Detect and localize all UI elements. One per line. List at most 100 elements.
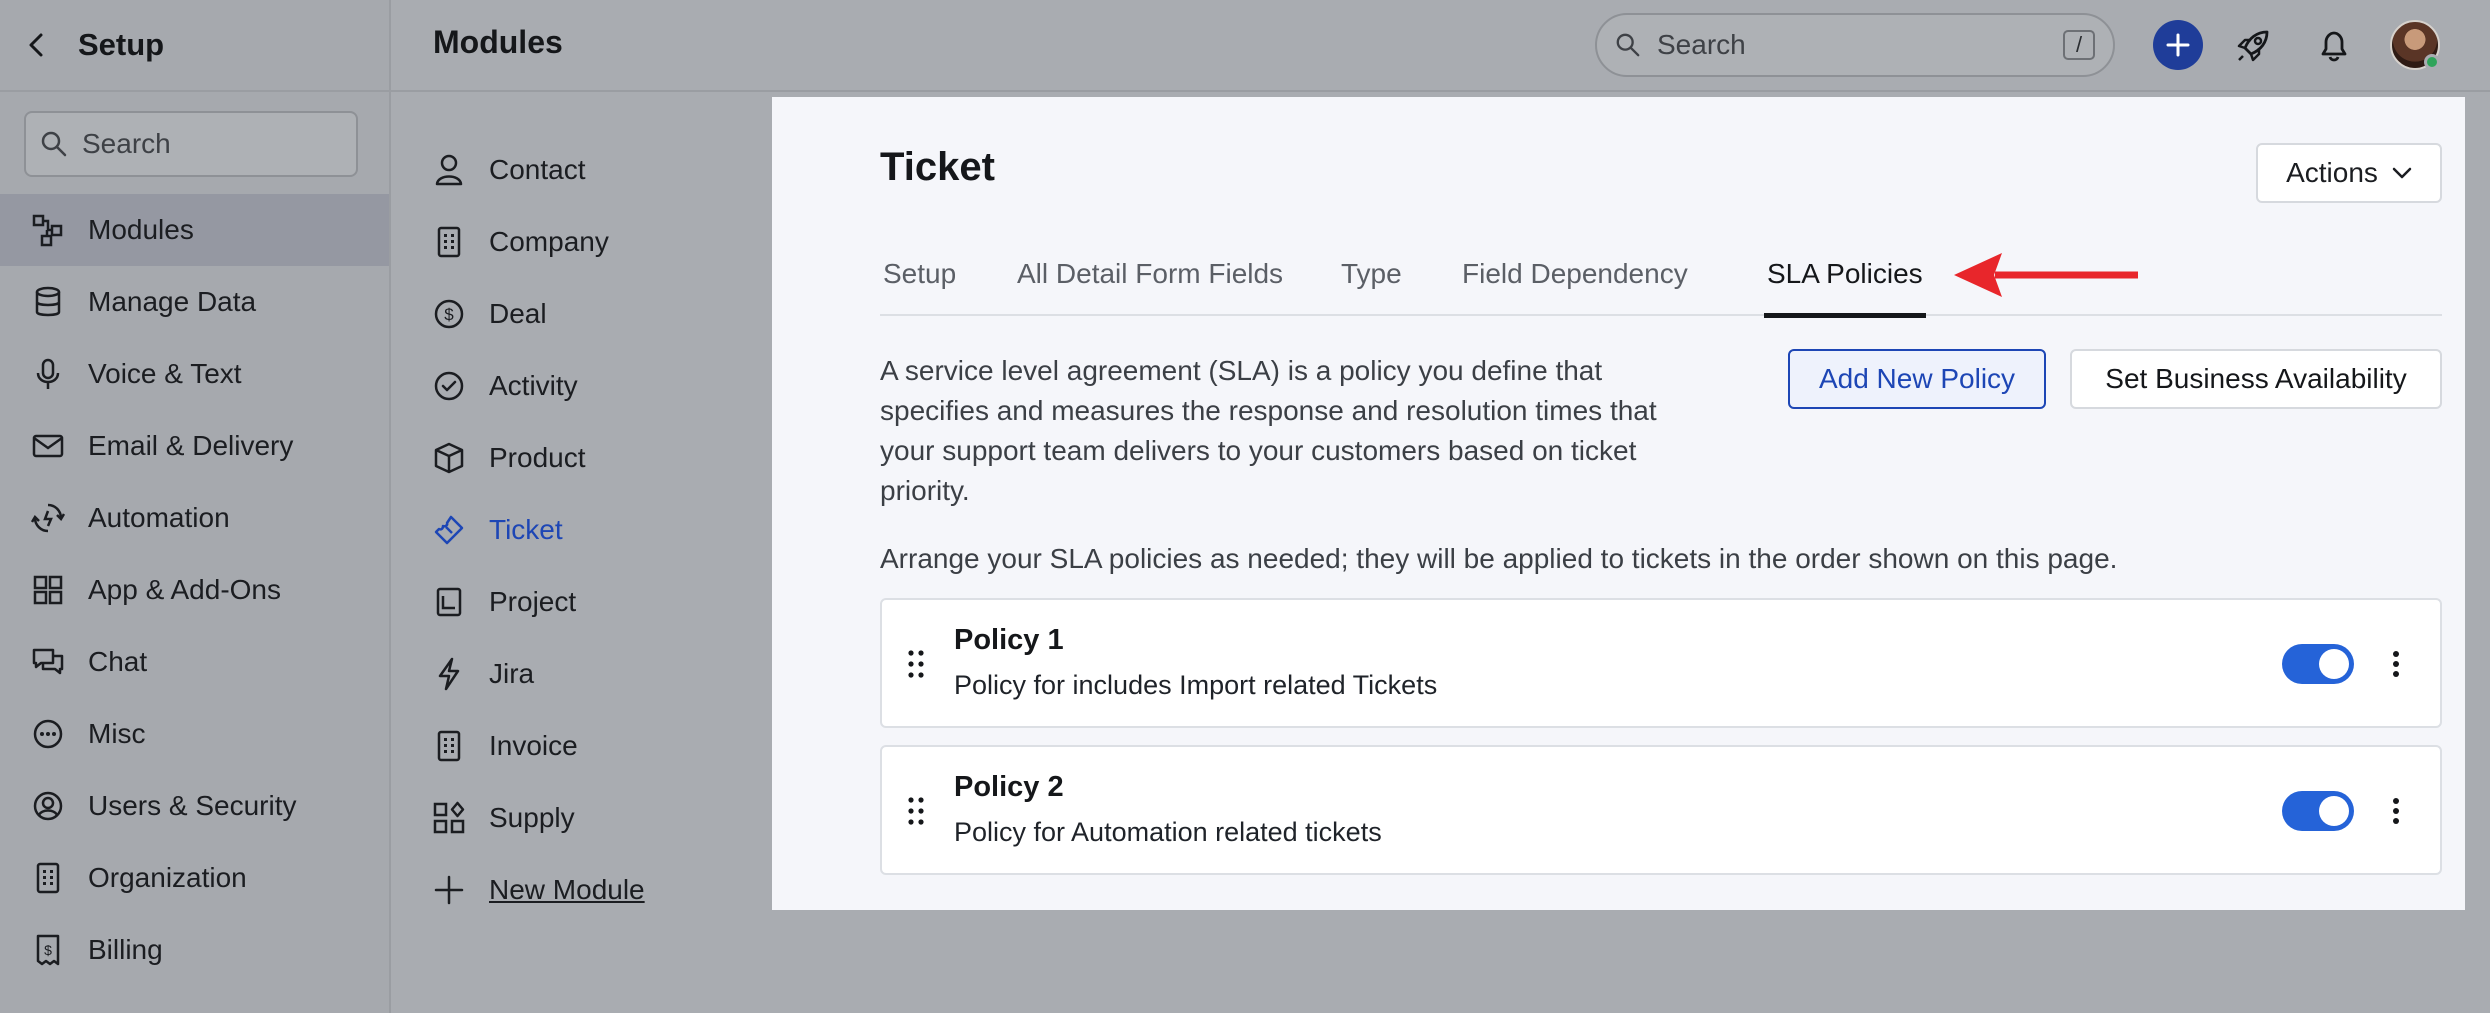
sidebar-item-label: Modules (88, 214, 194, 245)
policy-name: Policy 1 (954, 624, 1064, 656)
dollar-icon: $ (431, 296, 467, 332)
new-module-link[interactable]: New Module (391, 854, 771, 926)
modules-list: Contact Company $ Deal Activity Product … (391, 134, 771, 926)
policy-description: Policy for Automation related tickets (954, 817, 1382, 847)
sidebar-header: Setup (0, 0, 389, 92)
sidebar-item-label: App & Add-Ons (88, 574, 282, 605)
sidebar-item-label: Chat (88, 646, 148, 677)
module-item-company[interactable]: Company (391, 206, 771, 278)
settings-tabs: Setup All Detail Form Fields Type Field … (880, 244, 2442, 318)
sidebar-title: Setup (78, 27, 165, 62)
tab-field-dependency[interactable]: Field Dependency (1462, 258, 1688, 316)
module-label: Company (489, 226, 609, 257)
new-module-label: New Module (489, 874, 645, 905)
module-label: Contact (489, 154, 586, 185)
description-line: your support team delivers to your custo… (880, 435, 1637, 466)
module-item-contact[interactable]: Contact (391, 134, 771, 206)
module-label: Jira (489, 658, 535, 689)
dots-circle-icon (30, 716, 66, 752)
sidebar-item-users-security[interactable]: Users & Security (0, 770, 389, 842)
create-plus-button[interactable] (2153, 20, 2203, 70)
search-shortcut-key: / (2063, 30, 2095, 60)
sidebar-search-placeholder: Search (82, 128, 171, 159)
global-search-placeholder: Search (1657, 29, 1746, 60)
actions-label: Actions (2286, 157, 2378, 188)
sidebar-nav: Modules Manage Data Voice & Text Email &… (0, 194, 389, 986)
user-avatar[interactable] (2390, 20, 2440, 70)
sidebar-item-misc[interactable]: Misc (0, 698, 389, 770)
module-item-activity[interactable]: Activity (391, 350, 771, 422)
sidebar-item-manage-data[interactable]: Manage Data (0, 266, 389, 338)
set-business-availability-button[interactable]: Set Business Availability (2070, 349, 2442, 409)
sidebar-item-label: Misc (88, 718, 146, 749)
tab-sla-policies[interactable]: SLA Policies (1764, 258, 1926, 318)
drag-handle-icon[interactable] (906, 648, 926, 680)
global-search-input[interactable]: Search / (1595, 13, 2115, 77)
policy-description: Policy for includes Import related Ticke… (954, 670, 1438, 700)
drag-handle-icon[interactable] (906, 795, 926, 827)
check-circle-icon (431, 368, 467, 404)
module-item-project[interactable]: Project (391, 566, 771, 638)
back-arrow-icon[interactable] (22, 30, 52, 60)
svg-text:$: $ (444, 305, 454, 324)
sidebar-item-organization[interactable]: Organization (0, 842, 389, 914)
sidebar-item-chat[interactable]: Chat (0, 626, 389, 698)
panel-title: Ticket (880, 145, 995, 189)
box-icon (431, 440, 467, 476)
modules-icon (30, 212, 66, 248)
tab-setup[interactable]: Setup (883, 258, 956, 316)
sidebar-item-billing[interactable]: $ Billing (0, 914, 389, 986)
search-icon (1615, 32, 1641, 58)
kebab-menu-icon[interactable] (2390, 646, 2402, 682)
sidebar-item-label: Automation (88, 502, 230, 533)
sidebar-item-email-delivery[interactable]: Email & Delivery (0, 410, 389, 482)
policy-row[interactable]: Policy 1 Policy for includes Import rela… (880, 598, 2442, 728)
bell-icon[interactable] (2313, 24, 2355, 66)
project-icon (431, 584, 467, 620)
envelope-icon (30, 428, 66, 464)
sla-description: A service level agreement (SLA) is a pol… (880, 351, 1700, 511)
arrange-hint-text: Arrange your SLA policies as needed; the… (880, 543, 2118, 574)
module-label: Ticket (489, 514, 563, 545)
tab-type[interactable]: Type (1341, 258, 1402, 316)
sidebar-item-label: Organization (88, 862, 247, 893)
module-item-supply[interactable]: Supply (391, 782, 771, 854)
sidebar-search-input[interactable]: Search (24, 111, 358, 177)
building-icon (30, 860, 66, 896)
module-item-invoice[interactable]: Invoice (391, 710, 771, 782)
module-label: Project (489, 586, 577, 617)
building-icon (431, 224, 467, 260)
policy-enabled-toggle[interactable] (2282, 791, 2354, 831)
rocket-icon[interactable] (2233, 24, 2275, 66)
sidebar-item-label: Manage Data (88, 286, 257, 317)
policy-name: Policy 2 (954, 771, 1064, 803)
actions-dropdown-button[interactable]: Actions (2256, 143, 2442, 203)
sidebar-item-app-addons[interactable]: App & Add-Ons (0, 554, 389, 626)
sidebar-item-automation[interactable]: Automation (0, 482, 389, 554)
person-icon (431, 152, 467, 188)
svg-text:$: $ (44, 942, 52, 958)
top-bar: Modules Search / (391, 0, 2490, 92)
tab-all-detail-form-fields[interactable]: All Detail Form Fields (1017, 258, 1283, 316)
module-item-deal[interactable]: $ Deal (391, 278, 771, 350)
user-circle-icon (30, 788, 66, 824)
page-title: Modules (433, 24, 563, 60)
add-new-policy-button[interactable]: Add New Policy (1788, 349, 2046, 409)
module-label: Activity (489, 370, 578, 401)
module-item-ticket[interactable]: Ticket (391, 494, 771, 566)
grid-icon (30, 572, 66, 608)
plus-icon (2166, 33, 2190, 57)
database-icon (30, 284, 66, 320)
sidebar-item-modules[interactable]: Modules (0, 194, 389, 266)
policy-row[interactable]: Policy 2 Policy for Automation related t… (880, 745, 2442, 875)
module-item-product[interactable]: Product (391, 422, 771, 494)
sidebar-item-label: Users & Security (88, 790, 297, 821)
online-status-dot (2424, 54, 2440, 70)
sidebar-item-label: Email & Delivery (88, 430, 294, 461)
search-icon (40, 130, 68, 158)
kebab-menu-icon[interactable] (2390, 793, 2402, 829)
module-item-jira[interactable]: Jira (391, 638, 771, 710)
policy-enabled-toggle[interactable] (2282, 644, 2354, 684)
sidebar-item-voice-text[interactable]: Voice & Text (0, 338, 389, 410)
chat-icon (30, 644, 66, 680)
